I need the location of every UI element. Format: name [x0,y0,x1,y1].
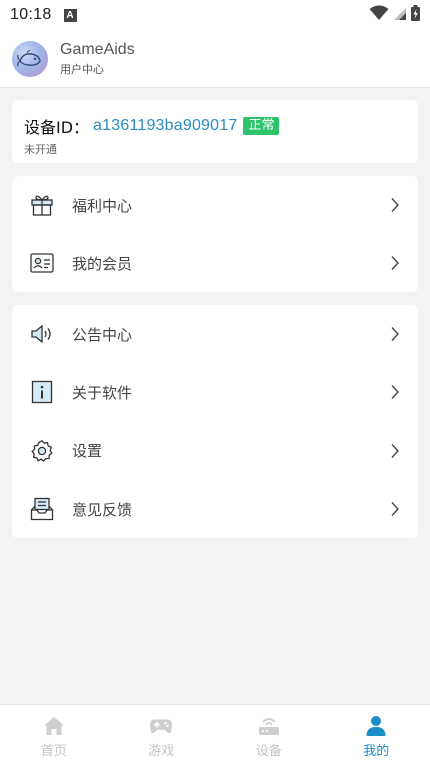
menu-item-feedback[interactable]: 意见反馈 [12,480,418,538]
status-bar: 10:18 A [0,0,430,30]
menu-label: 设置 [72,442,103,461]
gift-icon [29,192,55,218]
tab-label: 游戏 [148,744,175,759]
membership-status: 未开通 [24,143,57,156]
gamepad-icon [149,715,173,737]
tab-mine[interactable]: 我的 [323,705,430,764]
signal-icon [393,6,407,25]
member-card-icon [29,250,55,276]
tab-label: 首页 [40,744,67,759]
tab-home[interactable]: 首页 [0,705,108,764]
tab-label: 我的 [363,744,390,759]
menu-label: 意见反馈 [72,500,133,519]
a-badge-icon: A [63,8,77,22]
device-id-value[interactable]: a1361193ba909017 [93,117,237,135]
battery-charging-icon [411,5,420,25]
info-icon [29,379,55,405]
device-card: 设备ID： a1361193ba909017 正常 未开通 [12,100,418,163]
chevron-right-icon [390,197,402,213]
bottom-tab-bar: 首页 游戏 设备 我的 [0,704,430,764]
chevron-right-icon [390,384,402,400]
home-icon [42,715,66,737]
chevron-right-icon [390,326,402,342]
status-icons [369,5,420,25]
menu-item-settings[interactable]: 设置 [12,422,418,480]
feedback-inbox-icon [29,496,55,522]
router-icon [257,715,281,737]
app-header: GameAids 用户中心 [0,30,430,88]
menu-item-about[interactable]: 关于软件 [12,363,418,421]
status-time: 10:18 [10,6,52,23]
user-icon [364,715,388,737]
menu-item-membership[interactable]: 我的会员 [12,234,418,292]
menu-label: 我的会员 [72,254,133,273]
chevron-right-icon [390,443,402,459]
menu-label: 关于软件 [72,383,133,402]
status-badge: 正常 [243,117,280,135]
tab-games[interactable]: 游戏 [108,705,216,764]
wifi-icon [369,5,389,25]
tab-devices[interactable]: 设备 [215,705,323,764]
chevron-right-icon [390,501,402,517]
tab-label: 设备 [255,744,282,759]
menu-group-1: 福利中心 我的会员 [12,176,418,292]
app-title: GameAids [60,40,135,58]
gear-icon [29,438,55,464]
whale-avatar-icon[interactable] [12,40,48,77]
menu-group-2: 公告中心 关于软件 设置 意见反馈 [12,305,418,538]
speaker-icon [29,321,55,347]
app-subtitle: 用户中心 [60,62,104,76]
menu-item-welfare[interactable]: 福利中心 [12,176,418,234]
menu-item-announcements[interactable]: 公告中心 [12,305,418,363]
chevron-right-icon [390,255,402,271]
menu-label: 福利中心 [72,196,133,215]
device-id-label: 设备ID： [24,118,90,137]
menu-label: 公告中心 [72,325,133,344]
